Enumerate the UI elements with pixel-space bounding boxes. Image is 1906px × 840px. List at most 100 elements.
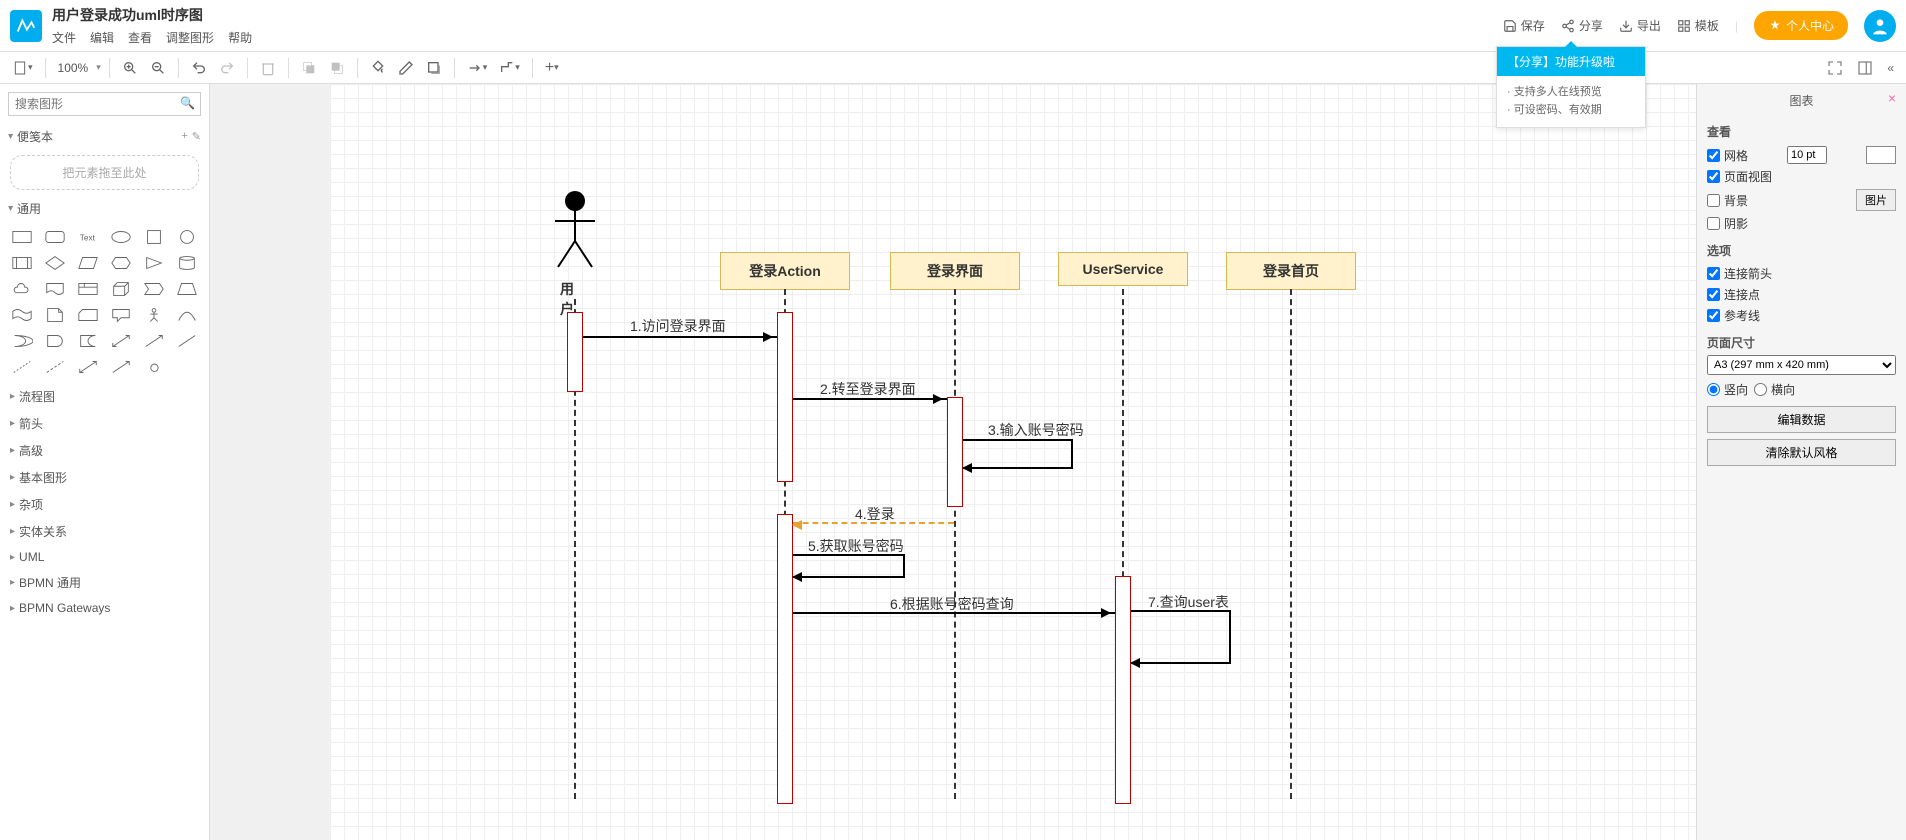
delete-button[interactable] (256, 58, 280, 78)
shape-parallelogram[interactable] (72, 251, 103, 275)
shape-triangle[interactable] (139, 251, 170, 275)
redo-button[interactable] (215, 58, 239, 78)
shape-circle[interactable] (172, 225, 203, 249)
shape-text[interactable]: Text (72, 225, 103, 249)
activation-action-2[interactable] (777, 514, 793, 804)
cat-basic[interactable]: 基本图形 (0, 464, 209, 491)
general-section[interactable]: 通用 (0, 196, 209, 221)
zoom-in-button[interactable] (118, 58, 142, 78)
image-button[interactable]: 图片 (1856, 189, 1896, 211)
search-icon[interactable]: 🔍 (180, 96, 195, 110)
scratchpad-section[interactable]: 便笺本 +✎ (0, 124, 209, 149)
lifeline-login-action[interactable]: 登录Action (720, 252, 850, 290)
activation-action-1[interactable] (777, 312, 793, 482)
shape-card[interactable] (72, 303, 103, 327)
actor-user[interactable] (550, 189, 600, 272)
shape-dashline2[interactable] (39, 355, 70, 379)
shape-tape[interactable] (6, 303, 37, 327)
shape-roundrect[interactable] (39, 225, 70, 249)
shape-curve[interactable] (172, 303, 203, 327)
templates-button[interactable]: 模板 (1677, 17, 1719, 34)
edit-icon[interactable]: ✎ (192, 130, 201, 143)
msg5-self-arrow[interactable] (793, 576, 905, 578)
format-panel-button[interactable] (1853, 58, 1877, 78)
shape-dashline[interactable] (6, 355, 37, 379)
canvas[interactable]: 用户 登录Action 登录界面 UserService 登录首页 (210, 84, 1696, 840)
fill-color-button[interactable] (366, 58, 390, 78)
shape-hexagon[interactable] (105, 251, 136, 275)
lifeline-login-home[interactable]: 登录首页 (1226, 252, 1356, 290)
activation-ui-1[interactable] (947, 397, 963, 507)
msg4-arrow[interactable] (793, 522, 954, 524)
pageview-checkbox[interactable]: 页面视图 (1707, 168, 1772, 185)
personal-center-button[interactable]: 个人中心 (1754, 11, 1848, 40)
menu-arrange[interactable]: 调整图形 (166, 29, 214, 46)
lifeline-login-ui[interactable]: 登录界面 (890, 252, 1020, 290)
document-title[interactable]: 用户登录成功uml时序图 (52, 5, 252, 25)
shape-or[interactable] (6, 329, 37, 353)
msg3-self-arrow[interactable] (963, 467, 1073, 469)
cat-bpmn-gateways[interactable]: BPMN Gateways (0, 596, 209, 620)
shape-internal[interactable] (72, 277, 103, 301)
shape-rect[interactable] (6, 225, 37, 249)
fullscreen-button[interactable] (1823, 58, 1847, 78)
shape-datastore[interactable] (72, 329, 103, 353)
cat-arrows[interactable]: 箭头 (0, 410, 209, 437)
save-button[interactable]: 保存 (1503, 17, 1545, 34)
user-avatar[interactable] (1864, 10, 1896, 42)
msg2-arrow[interactable] (793, 398, 947, 400)
msg1-arrow[interactable] (583, 336, 777, 338)
close-icon[interactable]: × (1888, 90, 1896, 106)
menu-edit[interactable]: 编辑 (90, 29, 114, 46)
shape-cube[interactable] (105, 277, 136, 301)
msg7-self-top[interactable] (1131, 610, 1231, 662)
grid-size-input[interactable] (1787, 146, 1827, 164)
menu-view[interactable]: 查看 (128, 29, 152, 46)
cat-uml[interactable]: UML (0, 545, 209, 569)
menu-file[interactable]: 文件 (52, 29, 76, 46)
conn-point-checkbox[interactable]: 连接点 (1707, 286, 1760, 303)
search-input[interactable] (8, 92, 201, 116)
cat-advanced[interactable]: 高级 (0, 437, 209, 464)
shape-bidir2[interactable] (72, 355, 103, 379)
msg6-arrow[interactable] (793, 612, 1115, 614)
add-icon[interactable]: + (181, 130, 187, 143)
shape-cylinder[interactable] (172, 251, 203, 275)
portrait-radio[interactable]: 竖向 (1707, 381, 1748, 398)
collapse-button[interactable]: « (1883, 58, 1898, 78)
lifeline-userservice[interactable]: UserService (1058, 252, 1188, 286)
shape-actor[interactable] (139, 303, 170, 327)
shape-square[interactable] (139, 225, 170, 249)
clear-style-button[interactable]: 清除默认风格 (1707, 439, 1896, 466)
shape-ellipse[interactable] (105, 225, 136, 249)
zoom-out-button[interactable] (146, 58, 170, 78)
shape-step[interactable] (139, 277, 170, 301)
to-back-button[interactable] (325, 58, 349, 78)
msg3-self-top[interactable] (963, 439, 1073, 467)
conn-arrow-checkbox[interactable]: 连接箭头 (1707, 265, 1772, 282)
msg7-self-arrow[interactable] (1131, 662, 1231, 664)
shape-line[interactable] (172, 329, 203, 353)
shape-document[interactable] (39, 277, 70, 301)
grid-color-swatch[interactable] (1866, 146, 1896, 164)
add-button[interactable]: +▾ (541, 57, 563, 79)
to-front-button[interactable] (297, 58, 321, 78)
edit-data-button[interactable]: 编辑数据 (1707, 406, 1896, 433)
menu-help[interactable]: 帮助 (228, 29, 252, 46)
cat-bpmn-general[interactable]: BPMN 通用 (0, 569, 209, 596)
shape-link[interactable] (139, 355, 170, 379)
scratchpad-dropzone[interactable]: 把元素拖至此处 (10, 155, 199, 190)
share-button[interactable]: 分享 (1561, 17, 1603, 34)
shape-and[interactable] (39, 329, 70, 353)
shadow-button[interactable] (422, 58, 446, 78)
zoom-level[interactable]: 100% (54, 61, 93, 75)
line-color-button[interactable] (394, 58, 418, 78)
shadow-checkbox[interactable]: 阴影 (1707, 215, 1748, 232)
msg5-self-top[interactable] (793, 554, 905, 576)
shape-trapezoid[interactable] (172, 277, 203, 301)
shape-note[interactable] (39, 303, 70, 327)
grid-checkbox[interactable]: 网格 (1707, 147, 1748, 164)
page-setup-button[interactable]: ▾ (8, 58, 37, 78)
shape-bidir[interactable] (105, 329, 136, 353)
cat-misc[interactable]: 杂项 (0, 491, 209, 518)
